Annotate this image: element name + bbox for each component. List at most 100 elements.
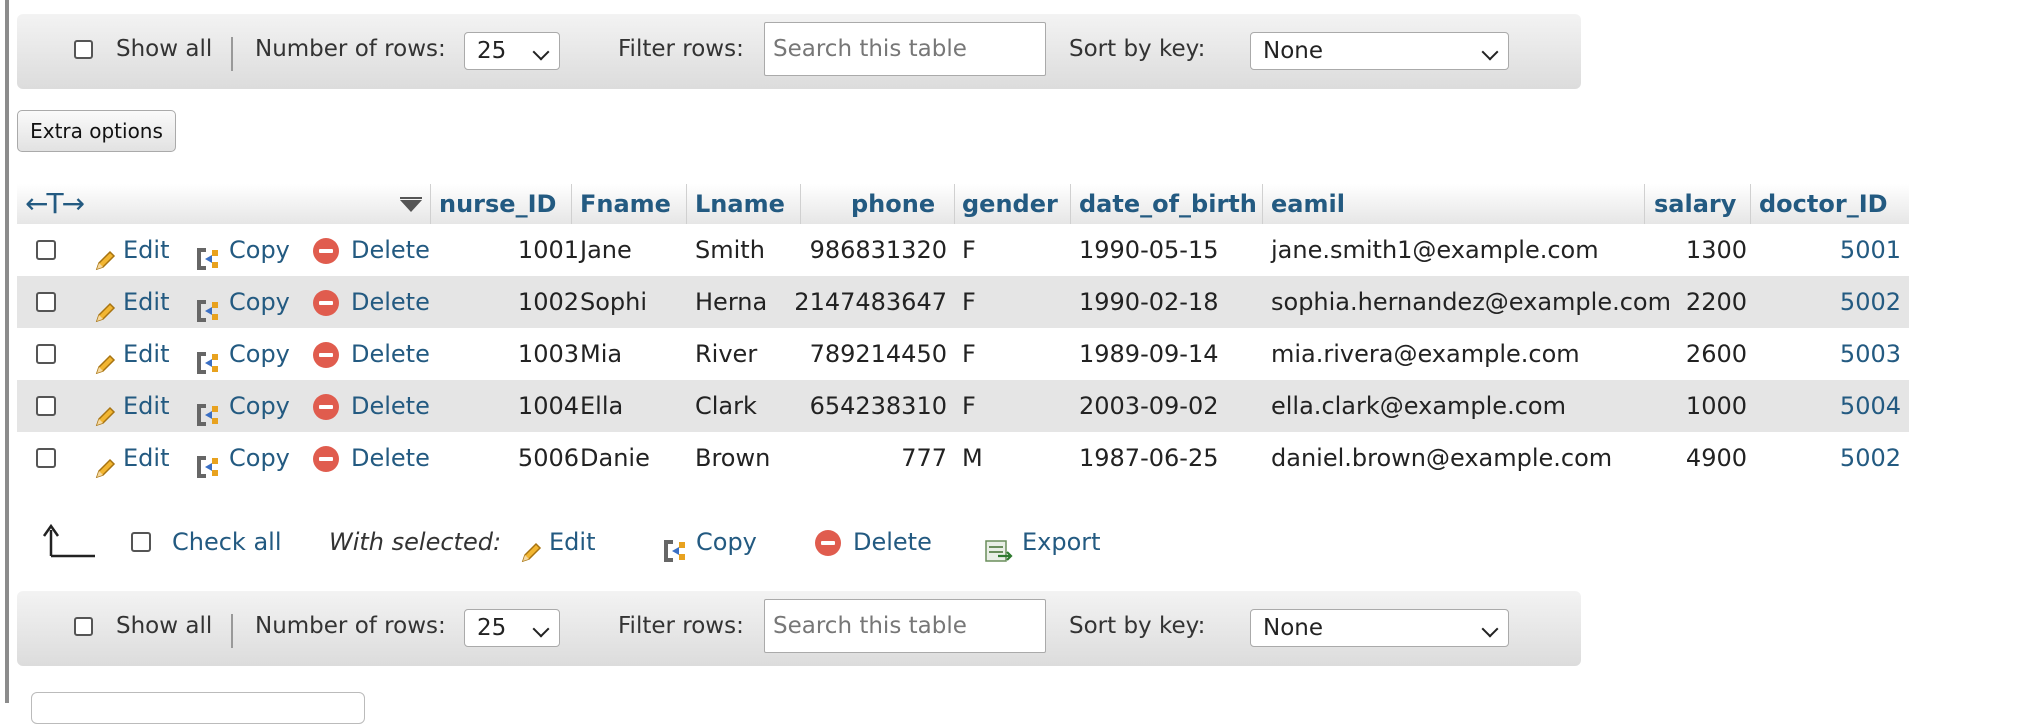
arrow-up-left-icon (41, 522, 97, 580)
column-header-phone[interactable]: phone (851, 184, 935, 224)
cell-nurse-id: 1002 (517, 288, 579, 316)
show-all-label: Show all (116, 613, 213, 639)
row-checkbox[interactable] (36, 344, 56, 364)
table-row: Edit Copy Delete 1003 Mia River 78921445… (17, 328, 1909, 380)
cell-gender: M (962, 444, 983, 472)
delete-link[interactable]: Delete (313, 380, 430, 432)
copy-icon (195, 290, 221, 322)
cell-lname: Herna (695, 288, 768, 316)
edit-link[interactable]: Edit (93, 380, 169, 432)
cell-fname: Jane (580, 236, 632, 264)
delete-icon (313, 342, 339, 368)
check-all-checkbox[interactable] (131, 532, 151, 552)
column-header-date-of-birth[interactable]: date_of_birth (1079, 184, 1257, 224)
column-header-doctor-id[interactable]: doctor_ID (1759, 184, 1888, 224)
pencil-icon (519, 531, 543, 563)
edit-link[interactable]: Edit (93, 432, 169, 484)
column-header-fname[interactable]: Fname (580, 184, 671, 224)
check-all-link[interactable]: Check all (172, 516, 282, 568)
cell-lname: River (695, 340, 758, 368)
cell-doctor-id-link[interactable]: 5004 (1840, 380, 1901, 432)
column-header-nurse-id[interactable]: nurse_ID (439, 184, 556, 224)
separator (231, 37, 233, 71)
show-all-checkbox[interactable] (74, 617, 93, 636)
cell-doctor-id-link[interactable]: 5001 (1840, 224, 1901, 276)
rows-select-value: 25 (477, 38, 507, 64)
column-resize-arrows-icon[interactable]: ←T→ (25, 184, 85, 224)
cell-doctor-id-link[interactable]: 5003 (1840, 328, 1901, 380)
copy-icon (195, 238, 221, 270)
cell-gender: F (962, 340, 976, 368)
pencil-icon (93, 291, 117, 323)
sort-select[interactable]: None (1250, 609, 1509, 647)
cell-phone: 777 (901, 444, 947, 472)
delete-link[interactable]: Delete (313, 276, 430, 328)
search-input[interactable]: Search this table (764, 599, 1046, 653)
cell-doctor-id-link[interactable]: 5002 (1840, 432, 1901, 484)
edit-link[interactable]: Edit (93, 224, 169, 276)
chevron-down-icon (1481, 43, 1499, 61)
cell-fname: Ella (580, 392, 624, 420)
row-checkbox[interactable] (36, 448, 56, 468)
show-all-checkbox[interactable] (74, 40, 93, 59)
rows-select-value: 25 (477, 615, 507, 641)
bulk-copy-button[interactable]: Copy (662, 516, 757, 568)
table-row: Edit Copy Delete 1002 Sophi Herna 214748… (17, 276, 1909, 328)
cell-email: jane.smith1@example.com (1271, 236, 1599, 264)
column-header-email[interactable]: eamil (1271, 184, 1345, 224)
rows-select[interactable]: 25 (464, 609, 560, 647)
cell-salary: 1000 (1685, 392, 1747, 420)
delete-link[interactable]: Delete (313, 224, 430, 276)
cell-email: mia.rivera@example.com (1271, 340, 1580, 368)
query-results-panel-edge (31, 692, 365, 724)
sort-select[interactable]: None (1250, 32, 1509, 70)
cell-gender: F (962, 288, 976, 316)
cell-phone: 986831320 (809, 236, 947, 264)
delete-icon (313, 238, 339, 264)
copy-link[interactable]: Copy (195, 224, 290, 276)
delete-icon (313, 394, 339, 420)
bulk-delete-button[interactable]: Delete (815, 516, 932, 568)
separator (231, 614, 233, 648)
cell-salary: 2600 (1685, 340, 1747, 368)
sort-toggle-icon[interactable] (400, 197, 422, 212)
bulk-edit-button[interactable]: Edit (519, 516, 595, 568)
cell-date-of-birth: 1990-02-18 (1079, 288, 1219, 316)
copy-link[interactable]: Copy (195, 432, 290, 484)
column-header-gender[interactable]: gender (962, 184, 1058, 224)
delete-link[interactable]: Delete (313, 432, 430, 484)
column-header-salary[interactable]: salary (1654, 184, 1736, 224)
cell-gender: F (962, 392, 976, 420)
cell-date-of-birth: 1990-05-15 (1079, 236, 1219, 264)
column-header-lname[interactable]: Lname (695, 184, 785, 224)
edit-link[interactable]: Edit (93, 276, 169, 328)
table-row: Edit Copy Delete 1001 Jane Smith 9868313… (17, 224, 1909, 276)
delete-link[interactable]: Delete (313, 328, 430, 380)
delete-icon (815, 530, 841, 556)
copy-link[interactable]: Copy (195, 380, 290, 432)
cell-doctor-id-link[interactable]: 5002 (1840, 276, 1901, 328)
copy-icon (195, 342, 221, 374)
rows-select[interactable]: 25 (464, 32, 560, 70)
chevron-down-icon (1481, 620, 1499, 638)
delete-icon (313, 446, 339, 472)
copy-link[interactable]: Copy (195, 276, 290, 328)
cell-fname: Danie (580, 444, 650, 472)
row-checkbox[interactable] (36, 240, 56, 260)
cell-email: ella.clark@example.com (1271, 392, 1566, 420)
search-input[interactable]: Search this table (764, 22, 1046, 76)
table-row: Edit Copy Delete 5006 Danie Brown 777 M … (17, 432, 1909, 484)
edit-link[interactable]: Edit (93, 328, 169, 380)
cell-phone: 789214450 (809, 340, 947, 368)
copy-icon (662, 530, 688, 562)
cell-lname: Clark (695, 392, 757, 420)
copy-link[interactable]: Copy (195, 328, 290, 380)
row-checkbox[interactable] (36, 396, 56, 416)
cell-nurse-id: 1003 (517, 340, 579, 368)
extra-options-button[interactable]: Extra options (17, 110, 176, 152)
cell-nurse-id: 5006 (517, 444, 579, 472)
bulk-export-button[interactable]: Export (984, 516, 1101, 568)
cell-date-of-birth: 1987-06-25 (1079, 444, 1219, 472)
sort-by-key-label: Sort by key: (1069, 613, 1206, 639)
row-checkbox[interactable] (36, 292, 56, 312)
